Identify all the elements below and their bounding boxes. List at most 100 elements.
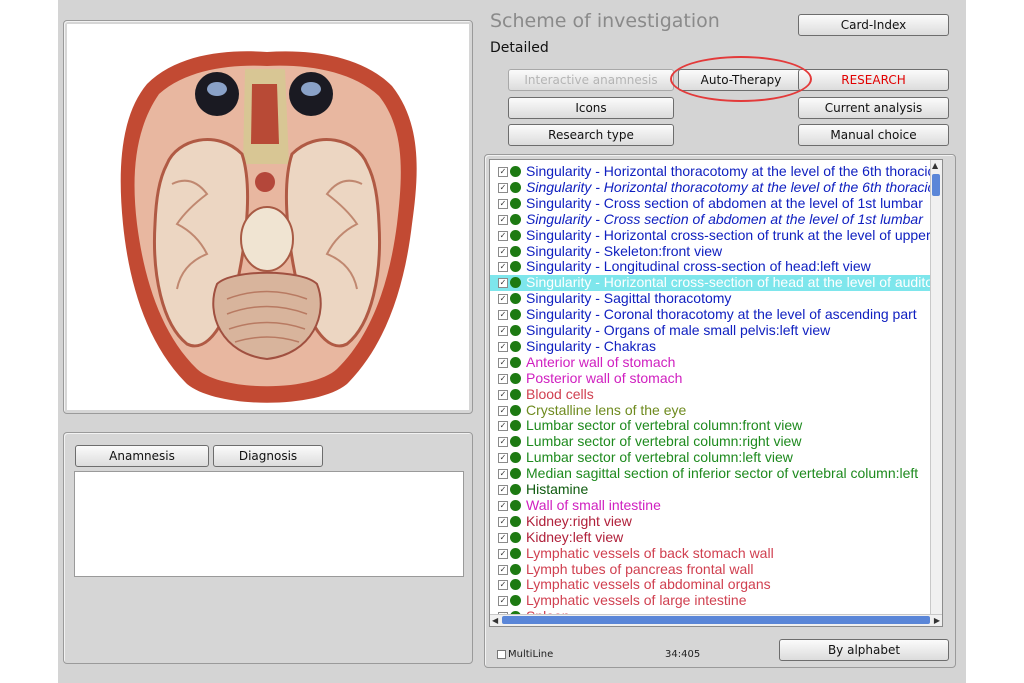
vertical-scroll-thumb[interactable] bbox=[932, 174, 940, 196]
item-checkbox[interactable]: ✓ bbox=[498, 580, 508, 591]
list-item[interactable]: ✓ Singularity - Chakras bbox=[490, 338, 930, 355]
list-item[interactable]: ✓ Lymphatic vessels of abdominal organs bbox=[490, 576, 930, 593]
list-item-label: Singularity - Organs of male small pelvi… bbox=[526, 322, 831, 338]
item-checkbox[interactable]: ✓ bbox=[498, 532, 508, 543]
status-dot-icon bbox=[510, 515, 521, 527]
item-checkbox[interactable]: ✓ bbox=[498, 516, 508, 527]
item-checkbox[interactable]: ✓ bbox=[498, 310, 508, 321]
list-item[interactable]: ✓ Lymphatic vessels of large intestine bbox=[490, 592, 930, 609]
list-item[interactable]: ✓ Singularity - Skeleton:front view bbox=[490, 243, 930, 260]
item-checkbox[interactable]: ✓ bbox=[498, 198, 508, 209]
item-checkbox[interactable]: ✓ bbox=[498, 421, 508, 432]
item-checkbox[interactable]: ✓ bbox=[498, 548, 508, 559]
research-button[interactable]: RESEARCH bbox=[798, 69, 949, 91]
card-index-button[interactable]: Card-Index bbox=[798, 14, 949, 36]
item-checkbox[interactable]: ✓ bbox=[498, 182, 508, 193]
list-item[interactable]: ✓ Kidney:left view bbox=[490, 529, 930, 546]
scroll-up-icon[interactable]: ▲ bbox=[932, 160, 938, 171]
by-alphabet-button[interactable]: By alphabet bbox=[779, 639, 949, 661]
item-checkbox[interactable]: ✓ bbox=[498, 214, 508, 225]
list-item[interactable]: ✓ Blood cells bbox=[490, 386, 930, 403]
icons-button[interactable]: Icons bbox=[508, 97, 674, 119]
list-item[interactable]: ✓ Lumbar sector of vertebral column:left … bbox=[490, 449, 930, 466]
manual-choice-button[interactable]: Manual choice bbox=[798, 124, 949, 146]
list-item[interactable]: ✓ Anterior wall of stomach bbox=[490, 354, 930, 371]
item-checkbox[interactable]: ✓ bbox=[498, 326, 508, 336]
list-item-label: Median sagittal section of inferior sect… bbox=[526, 465, 919, 482]
item-checkbox[interactable]: ✓ bbox=[498, 405, 508, 416]
item-checkbox[interactable]: ✓ bbox=[498, 246, 508, 257]
item-checkbox[interactable]: ✓ bbox=[498, 373, 508, 384]
list-item[interactable]: ✓ Histamine bbox=[490, 481, 930, 498]
interactive-anamnesis-button[interactable]: Interactive anamnesis bbox=[508, 69, 674, 91]
image-viewport bbox=[67, 24, 469, 410]
status-dot-icon bbox=[510, 261, 521, 273]
anamnesis-button[interactable]: Anamnesis bbox=[75, 445, 209, 467]
status-dot-icon bbox=[510, 325, 521, 336]
diagnosis-button[interactable]: Diagnosis bbox=[213, 445, 323, 467]
multiline-checkbox[interactable] bbox=[497, 649, 506, 659]
list-item[interactable]: ✓ Singularity - Cross section of abdomen … bbox=[490, 195, 930, 212]
list-item[interactable]: ✓ Singularity - Sagittal thoracotomy bbox=[490, 290, 930, 307]
list-item-label: Singularity - Coronal thoracotomy at the… bbox=[526, 306, 917, 323]
item-checkbox[interactable]: ✓ bbox=[498, 167, 508, 177]
status-dot-icon bbox=[510, 309, 521, 321]
list-item-label: Crystalline lens of the eye bbox=[526, 401, 687, 418]
item-checkbox[interactable]: ✓ bbox=[498, 437, 508, 448]
list-item-label: Lymphatic vessels of abdominal organs bbox=[526, 576, 771, 593]
item-checkbox[interactable]: ✓ bbox=[498, 564, 508, 575]
item-checkbox[interactable]: ✓ bbox=[498, 262, 508, 273]
status-dot-icon bbox=[510, 579, 521, 591]
list-item[interactable]: ✓ Singularity - Cross section of abdomen … bbox=[490, 211, 930, 228]
current-analysis-button[interactable]: Current analysis bbox=[798, 97, 949, 119]
list-item[interactable]: ✓ Singularity - Horizontal thoracotomy at… bbox=[490, 163, 930, 180]
status-dot-icon bbox=[510, 166, 521, 177]
list-item[interactable]: ✓ Singularity - Horizontal cross-section … bbox=[490, 227, 930, 244]
list-item[interactable]: ✓ Lumbar sector of vertebral column:right… bbox=[490, 433, 930, 450]
list-item[interactable]: ✓ Singularity - Longitudinal cross-sectio… bbox=[490, 258, 930, 275]
list-item[interactable]: ✓ Kidney:right view bbox=[490, 513, 930, 530]
list-item[interactable]: ✓ Lymphatic vessels of back stomach wall bbox=[490, 545, 930, 562]
list-item[interactable]: ✓ Median sagittal section of inferior sec… bbox=[490, 465, 930, 482]
list-item[interactable]: ✓ Posterior wall of stomach bbox=[490, 370, 930, 387]
list-item[interactable]: ✓ Singularity - Horizontal thoracotomy at… bbox=[490, 179, 930, 196]
horizontal-scrollbar[interactable]: ◀ ▶ bbox=[490, 614, 942, 626]
item-checkbox[interactable]: ✓ bbox=[498, 389, 508, 400]
item-checkbox[interactable]: ✓ bbox=[498, 341, 508, 352]
item-counter: 34:405 bbox=[665, 649, 701, 660]
item-checkbox[interactable]: ✓ bbox=[498, 596, 508, 607]
page-subtitle: Detailed bbox=[490, 40, 549, 56]
list-item[interactable]: ✓ Wall of small intestine bbox=[490, 497, 930, 514]
item-checkbox[interactable]: ✓ bbox=[498, 485, 508, 495]
research-list-panel: ✓ Singularity - Horizontal thoracotomy at… bbox=[484, 154, 956, 668]
scroll-left-icon[interactable]: ◀ bbox=[492, 615, 498, 626]
status-dot-icon bbox=[510, 197, 521, 209]
status-dot-icon bbox=[510, 420, 521, 432]
list-item[interactable]: ✓ Singularity - Coronal thoracotomy at th… bbox=[490, 306, 930, 323]
multiline-option[interactable]: MultiLine bbox=[497, 649, 553, 660]
scroll-right-icon[interactable]: ▶ bbox=[934, 615, 940, 626]
list-item[interactable]: ✓ Singularity - Organs of male small pelv… bbox=[490, 322, 930, 339]
research-list[interactable]: ✓ Singularity - Horizontal thoracotomy at… bbox=[489, 159, 943, 627]
item-checkbox[interactable]: ✓ bbox=[498, 357, 508, 368]
vertical-scrollbar[interactable]: ▲ bbox=[930, 160, 942, 614]
status-dot-icon bbox=[510, 404, 521, 416]
item-checkbox[interactable]: ✓ bbox=[498, 453, 508, 464]
list-item[interactable]: ✓ Crystalline lens of the eye bbox=[490, 401, 930, 419]
list-item-label: Lymph tubes of pancreas frontal wall bbox=[526, 560, 754, 577]
item-checkbox[interactable]: ✓ bbox=[498, 469, 508, 480]
item-checkbox[interactable]: ✓ bbox=[498, 500, 508, 511]
notes-text-area[interactable] bbox=[74, 471, 464, 577]
research-type-button[interactable]: Research type bbox=[508, 124, 674, 146]
auto-therapy-button[interactable]: Auto-Therapy bbox=[678, 69, 804, 91]
horizontal-scroll-thumb[interactable] bbox=[502, 616, 930, 624]
item-checkbox[interactable]: ✓ bbox=[498, 278, 508, 289]
status-dot-icon bbox=[510, 452, 521, 464]
list-item[interactable]: ✓ Singularity - Horizontal cross-section … bbox=[490, 274, 930, 292]
list-item[interactable]: ✓ Lumbar sector of vertebral column:front… bbox=[490, 417, 930, 434]
status-dot-icon bbox=[510, 245, 521, 257]
item-checkbox[interactable]: ✓ bbox=[498, 230, 508, 241]
list-item[interactable]: ✓ Lymph tubes of pancreas frontal wall bbox=[490, 560, 930, 578]
item-checkbox[interactable]: ✓ bbox=[498, 294, 508, 305]
status-dot-icon bbox=[510, 484, 521, 495]
